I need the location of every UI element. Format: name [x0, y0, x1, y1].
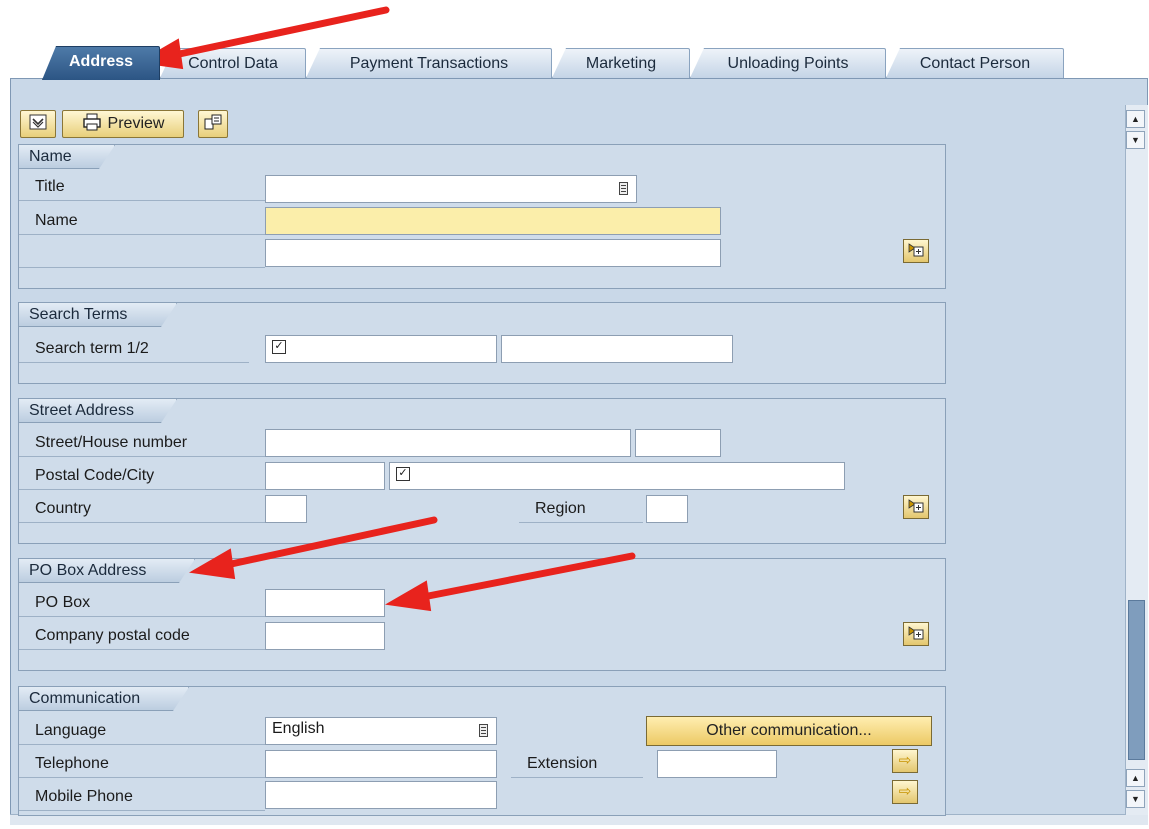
postal-code-input[interactable]	[265, 462, 385, 490]
expand-street-button[interactable]	[903, 495, 929, 519]
arrow-right-icon: ⇨	[898, 752, 912, 769]
search-term-2-input[interactable]	[501, 335, 733, 363]
other-communication-button[interactable]: Other communication...	[646, 716, 932, 746]
country-label: Country	[19, 495, 265, 523]
group-street-title: Street Address	[19, 399, 177, 423]
expand-icon	[908, 498, 924, 516]
group-communication: Communication Language English Telephone…	[18, 686, 946, 816]
language-label: Language	[19, 717, 265, 745]
tab-control-data[interactable]: Control Data	[160, 48, 306, 78]
language-select[interactable]: English	[265, 717, 497, 745]
po-box-input[interactable]	[265, 589, 385, 617]
expand-icon	[908, 242, 924, 260]
arrow-right-icon: ⇨	[898, 783, 912, 800]
company-postal-code-input[interactable]	[265, 622, 385, 650]
house-number-input[interactable]	[635, 429, 721, 457]
preview-button[interactable]: Preview	[62, 110, 184, 138]
scroll-down-button[interactable]: ▼	[1126, 131, 1145, 149]
title-label: Title	[19, 173, 265, 201]
mobile-phone-input[interactable]	[265, 781, 497, 809]
arrow-down-icon: ▼	[1131, 794, 1140, 804]
postal-code-label: Postal Code/City	[19, 462, 265, 490]
city-input[interactable]: ✓	[389, 462, 845, 490]
arrow-down-icon: ▼	[1131, 135, 1140, 145]
tab-payment-transactions[interactable]: Payment Transactions	[306, 48, 552, 78]
checkbox-icon: ✓	[396, 467, 410, 481]
group-street-address: Street Address Street/House number Posta…	[18, 398, 946, 544]
preview-label: Preview	[107, 115, 165, 132]
expand-pobox-button[interactable]	[903, 622, 929, 646]
telephone-more-button[interactable]: ⇨	[892, 749, 918, 773]
arrow-up-icon: ▲	[1131, 114, 1140, 124]
telephone-label: Telephone	[19, 750, 265, 778]
checkbox-icon: ✓	[272, 340, 286, 354]
tab-marketing[interactable]: Marketing	[552, 48, 690, 78]
tab-unloading-points[interactable]: Unloading Points	[690, 48, 886, 78]
search-term-label: Search term 1/2	[19, 335, 249, 363]
scroll-up-button[interactable]: ▲	[1126, 110, 1145, 128]
region-input[interactable]	[646, 495, 688, 523]
layout-icon	[203, 113, 223, 136]
group-pobox-title: PO Box Address	[19, 559, 195, 583]
po-box-label: PO Box	[19, 589, 265, 617]
name-input[interactable]	[265, 207, 721, 235]
group-search-terms: Search Terms Search term 1/2 ✓	[18, 302, 946, 384]
search-term-1-input[interactable]: ✓	[265, 335, 497, 363]
region-label: Region	[519, 495, 643, 523]
extension-label: Extension	[511, 750, 643, 778]
extension-input[interactable]	[657, 750, 777, 778]
expand-icon	[908, 625, 924, 643]
street-input[interactable]	[265, 429, 631, 457]
expand-name-button[interactable]	[903, 239, 929, 263]
mobile-more-button[interactable]: ⇨	[892, 780, 918, 804]
tab-strip: Address Control Data Payment Transaction…	[10, 46, 1140, 80]
name2-input[interactable]	[265, 239, 721, 267]
company-postal-code-label: Company postal code	[19, 622, 265, 650]
telephone-input[interactable]	[265, 750, 497, 778]
country-input[interactable]	[265, 495, 307, 523]
group-po-box: PO Box Address PO Box Company postal cod…	[18, 558, 946, 671]
group-name-title: Name	[19, 145, 115, 169]
collapse-button[interactable]	[20, 110, 56, 138]
scrollbar-thumb[interactable]	[1128, 600, 1145, 760]
arrow-up-icon: ▲	[1131, 773, 1140, 783]
title-select[interactable]	[265, 175, 637, 203]
scroll-up-button-lower[interactable]: ▲	[1126, 769, 1145, 787]
layout-button[interactable]	[198, 110, 228, 138]
tab-contact-person[interactable]: Contact Person	[886, 48, 1064, 78]
group-name: Name Title Name	[18, 144, 946, 289]
group-search-title: Search Terms	[19, 303, 177, 327]
value-help-icon[interactable]	[479, 724, 488, 737]
printer-icon	[82, 113, 102, 136]
street-label: Street/House number	[19, 429, 265, 457]
name2-label	[19, 240, 265, 268]
collapse-icon	[29, 114, 47, 135]
group-comm-title: Communication	[19, 687, 189, 711]
tab-address[interactable]: Address	[42, 46, 160, 80]
mobile-phone-label: Mobile Phone	[19, 783, 265, 811]
value-help-icon[interactable]	[619, 182, 628, 195]
scroll-down-button-lower[interactable]: ▼	[1126, 790, 1145, 808]
name-label: Name	[19, 207, 265, 235]
